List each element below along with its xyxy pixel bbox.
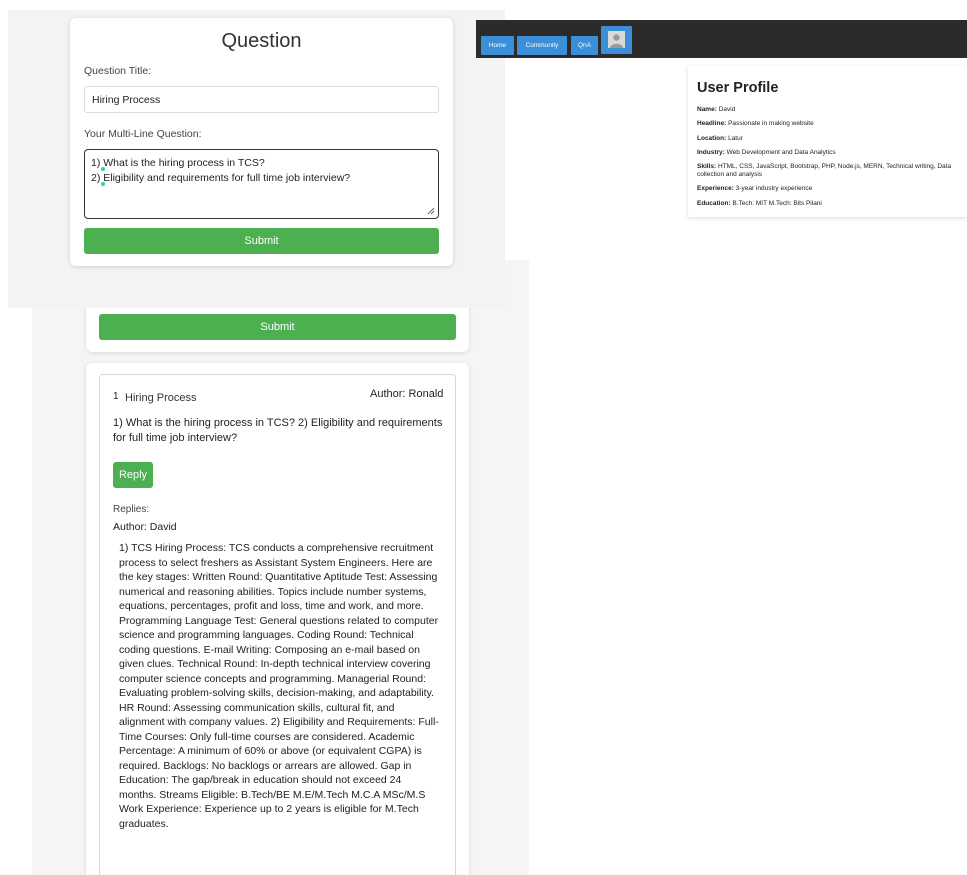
resize-grip-icon[interactable] bbox=[427, 207, 435, 215]
profile-industry-row: Industry: Web Development and Data Analy… bbox=[697, 149, 959, 157]
text-cursor-marker-icon bbox=[101, 182, 105, 186]
profile-field-value: HTML, CSS, JavaScript, Bootstrap, PHP, N… bbox=[697, 163, 952, 178]
profile-location-row: Location: Latur bbox=[697, 135, 959, 143]
multiline-question-label: Your Multi-Line Question: bbox=[84, 128, 202, 140]
nav-home-button[interactable]: Home bbox=[481, 36, 514, 55]
reply-text: 1) TCS Hiring Process: TCS conducts a co… bbox=[119, 542, 439, 830]
profile-field-value: Web Development and Data Analytics bbox=[726, 149, 836, 156]
profile-field-value: B.Tech: MIT M.Tech: Bits Pilani bbox=[732, 200, 822, 207]
question-heading: Question bbox=[221, 30, 302, 52]
profile-field-value: Latur bbox=[728, 135, 743, 142]
question-submit-button[interactable]: Submit bbox=[84, 228, 439, 254]
profile-field-label: Headline: bbox=[697, 120, 727, 127]
profile-field-value: David bbox=[718, 106, 736, 113]
post-author: Author: Ronald bbox=[370, 388, 444, 400]
post-title: Hiring Process bbox=[125, 392, 197, 404]
submit-button-behind[interactable]: Submit bbox=[99, 314, 456, 340]
reply-author: Author: David bbox=[113, 521, 177, 533]
reply-button[interactable]: Reply bbox=[113, 462, 153, 488]
post-body: 1) What is the hiring process in TCS? 2)… bbox=[113, 417, 443, 444]
profile-headline-row: Headline: Passionate in making website bbox=[697, 120, 959, 128]
profile-field-label: Industry: bbox=[697, 149, 725, 156]
profile-field-value: Passionate in making website bbox=[728, 120, 814, 127]
profile-name-row: Name: David bbox=[697, 106, 959, 114]
profile-field-label: Skills: bbox=[697, 163, 717, 170]
profile-field-label: Experience: bbox=[697, 185, 734, 192]
screenshot-collage: Submit 1 Hiring Process Author: Ronald 1… bbox=[0, 0, 967, 875]
profile-field-value: 3-year industry experience bbox=[735, 185, 813, 192]
text-cursor-marker-icon bbox=[101, 167, 105, 171]
question-line-2: 2) Eligibility and requirements for full… bbox=[91, 172, 351, 184]
profile-experience-row: Experience: 3-year industry experience bbox=[697, 185, 959, 193]
replies-label: Replies: bbox=[113, 504, 150, 515]
question-title-label: Question Title: bbox=[84, 65, 152, 77]
profile-field-label: Education: bbox=[697, 200, 731, 207]
profile-skills-row: Skills: HTML, CSS, JavaScript, Bootstrap… bbox=[697, 163, 959, 179]
user-avatar-icon bbox=[608, 31, 625, 48]
profile-field-label: Name: bbox=[697, 106, 717, 113]
nav-profile-button[interactable] bbox=[601, 26, 632, 54]
question-line-1: 1) What is the hiring process in TCS? bbox=[91, 157, 265, 169]
nav-community-button[interactable]: Community bbox=[517, 36, 567, 55]
profile-title: User Profile bbox=[697, 80, 779, 96]
profile-field-label: Location: bbox=[697, 135, 727, 142]
multiline-question-textarea[interactable]: 1) What is the hiring process in TCS? 2)… bbox=[84, 149, 439, 219]
question-title-input[interactable] bbox=[84, 86, 439, 113]
profile-education-row: Education: B.Tech: MIT M.Tech: Bits Pila… bbox=[697, 200, 959, 208]
post-number: 1 bbox=[113, 391, 119, 402]
nav-qna-button[interactable]: QnA bbox=[571, 36, 598, 55]
